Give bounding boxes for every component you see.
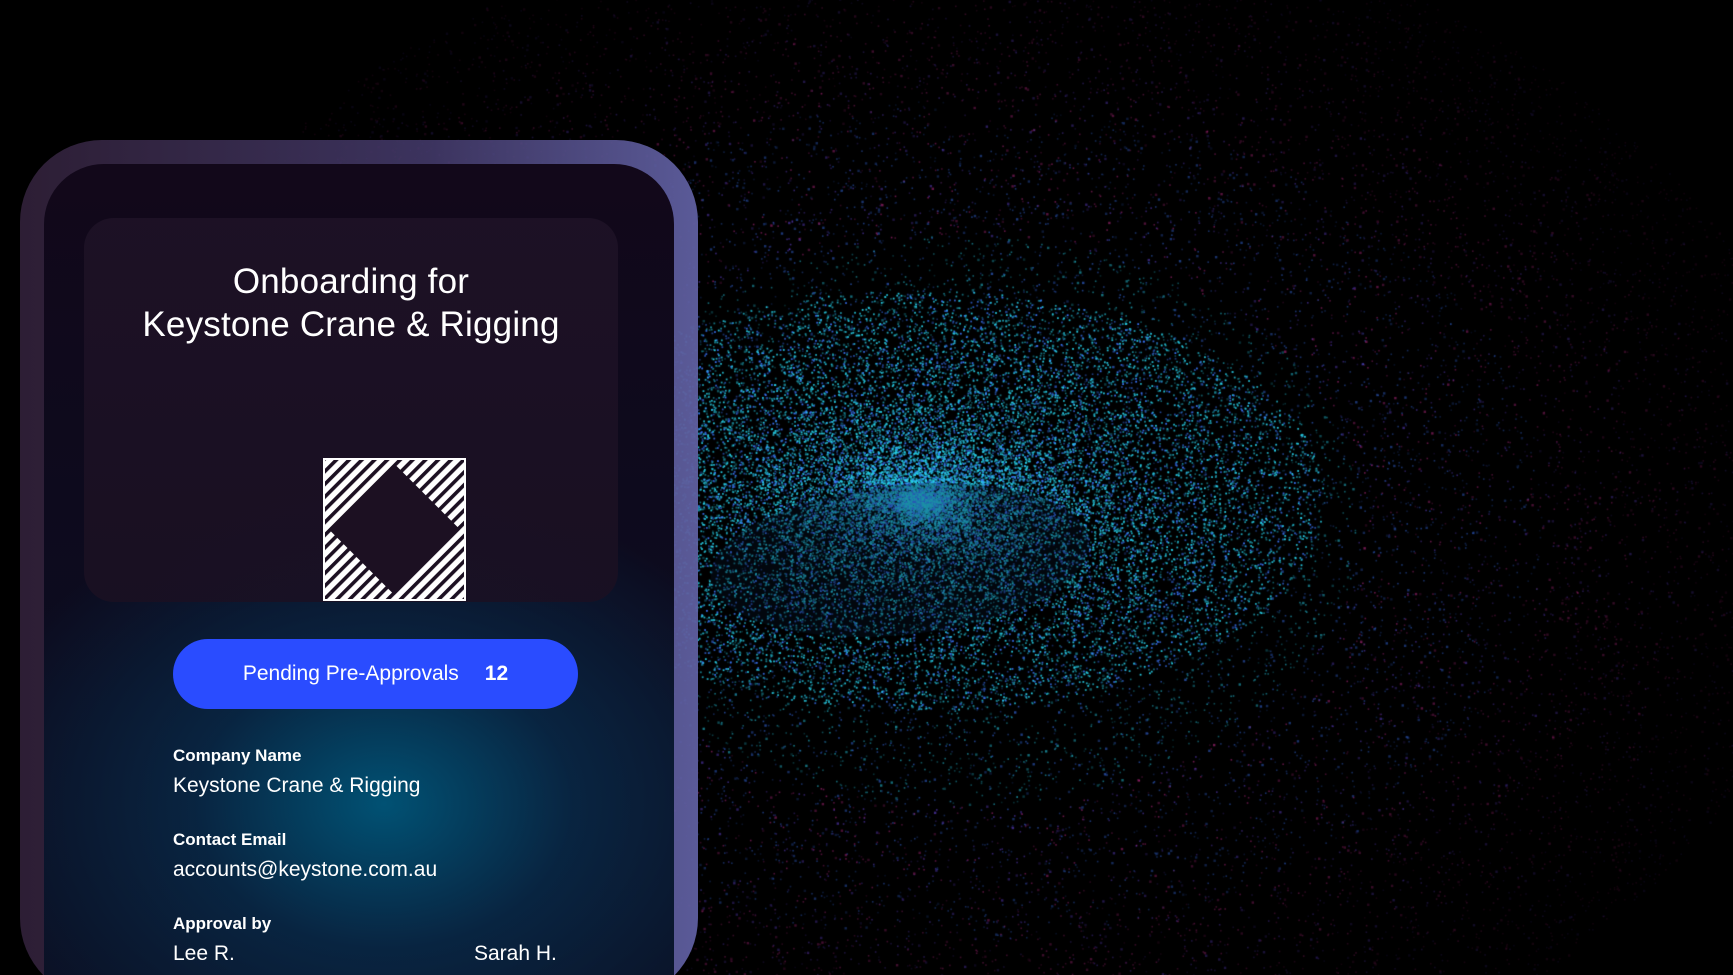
- company-name-value: Keystone Crane & Rigging: [173, 774, 421, 797]
- onboarding-title: Onboarding for Keystone Crane & Rigging: [84, 260, 618, 346]
- phone-screen: Onboarding for Keystone Crane & Rigging …: [44, 164, 674, 975]
- title-line-1: Onboarding for: [232, 262, 470, 301]
- pending-label: Pending Pre-Approvals: [242, 662, 459, 685]
- approver-name: Lee R.: [173, 942, 235, 965]
- title-line-2: Keystone Crane & Rigging: [142, 305, 560, 344]
- approval-by-label: Approval by: [173, 914, 272, 933]
- onboarding-header-card: Onboarding for Keystone Crane & Rigging: [84, 218, 618, 602]
- phone-frame: Onboarding for Keystone Crane & Rigging …: [20, 140, 698, 975]
- approver-name: Sarah H.: [474, 942, 557, 965]
- hatched-diamond-logo-icon: [323, 458, 466, 601]
- pending-pre-approvals-button[interactable]: Pending Pre-Approvals 12: [173, 639, 578, 709]
- contact-email-label: Contact Email: [173, 830, 287, 849]
- pending-count-badge: 12: [484, 662, 509, 685]
- company-name-label: Company Name: [173, 746, 302, 765]
- contact-email-value: accounts@keystone.com.au: [173, 858, 438, 881]
